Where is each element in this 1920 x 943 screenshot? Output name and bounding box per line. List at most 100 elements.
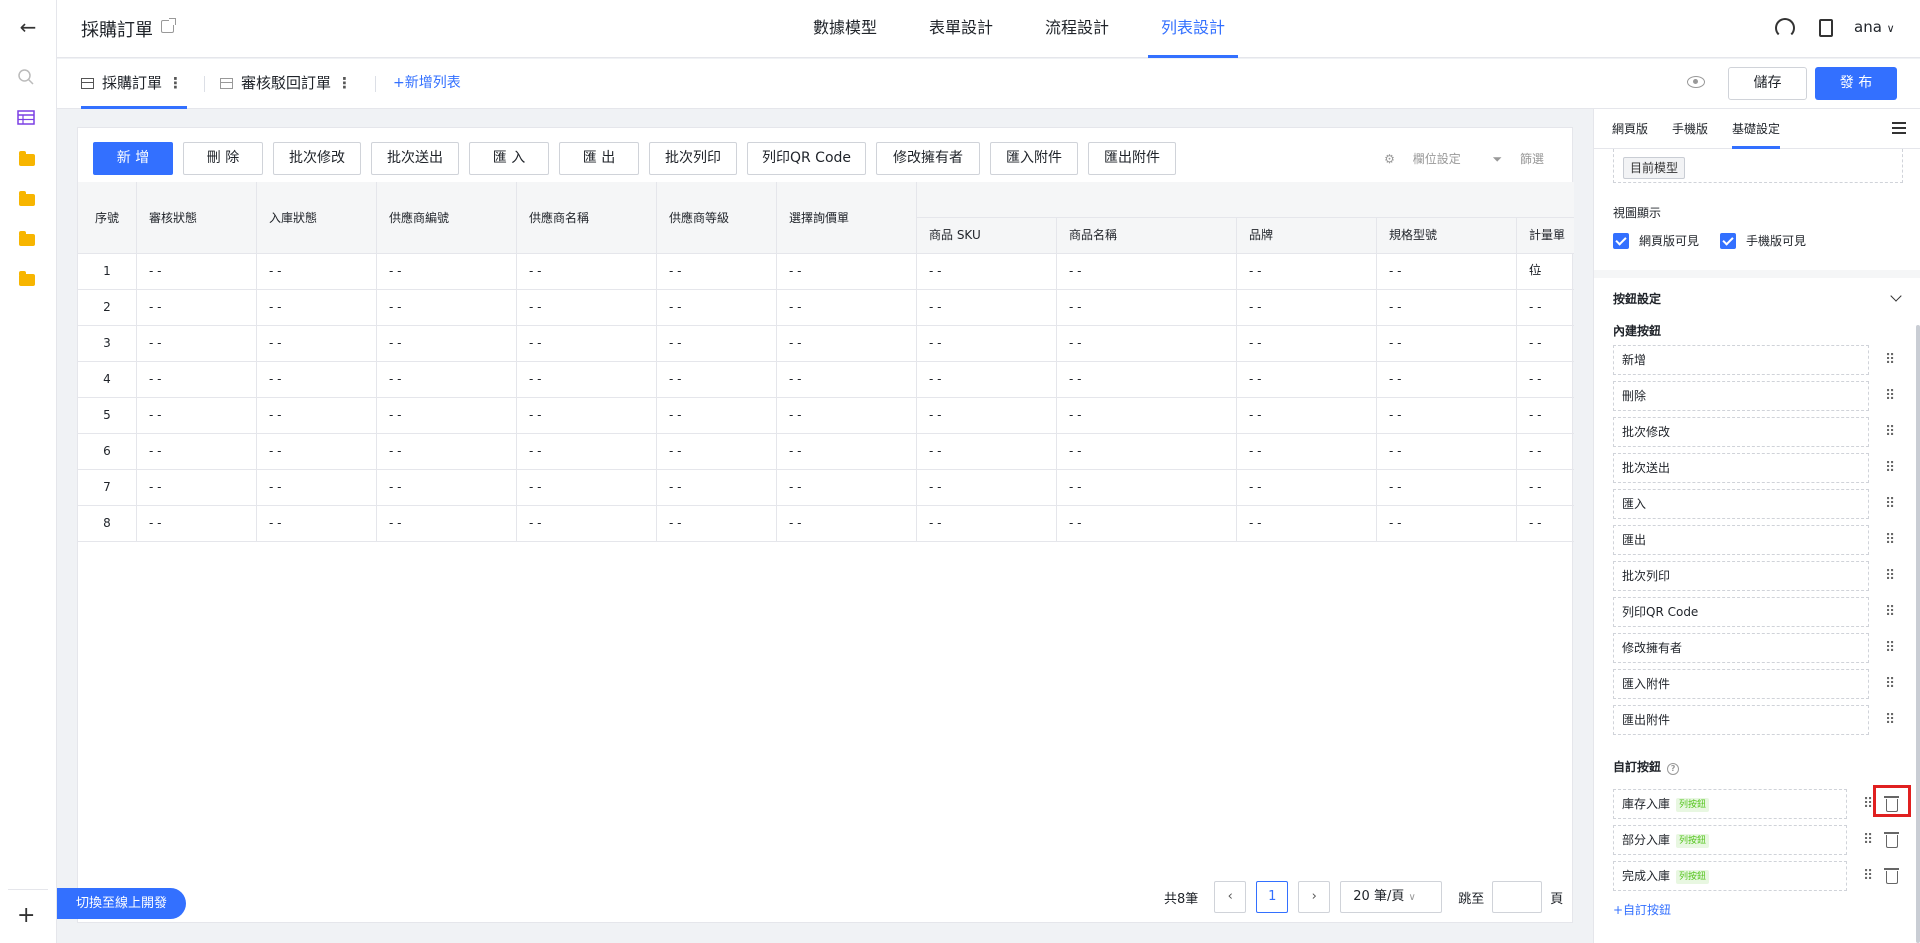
tab-flow-design[interactable]: 流程設計 — [1032, 0, 1122, 58]
batch-print-button[interactable]: 批次列印 — [649, 142, 737, 175]
field-settings-button[interactable]: ⚙ 欄位設定 — [1370, 152, 1461, 166]
batch-submit-button[interactable]: 批次送出 — [371, 142, 459, 175]
import-attachment-button[interactable]: 匯入附件 — [990, 142, 1078, 175]
tab-web[interactable]: 網頁版 — [1612, 109, 1648, 149]
builtin-button-item[interactable]: 批次修改 — [1613, 417, 1869, 447]
chevron-down-icon[interactable] — [1890, 290, 1902, 302]
list-tab-rejected-orders[interactable]: 審核駁回訂單 ⋮ — [220, 59, 352, 109]
custom-button-item[interactable]: 部分入庫 列按鈕 — [1613, 825, 1847, 855]
tab-mobile[interactable]: 手機版 — [1672, 109, 1708, 149]
drag-handle-icon[interactable]: ⠿ — [1885, 389, 1895, 403]
external-link-icon[interactable] — [161, 18, 176, 33]
add-list-button[interactable]: +新增列表 — [393, 59, 461, 107]
current-model-tag[interactable]: 目前模型 — [1623, 157, 1686, 179]
column-header[interactable]: 品牌 — [1237, 218, 1377, 254]
drag-handle-icon[interactable]: ⠿ — [1885, 677, 1895, 691]
list-tab-purchase-order[interactable]: 採購訂單 ⋮ — [81, 59, 188, 109]
add-button[interactable]: 新 增 — [93, 142, 173, 175]
column-header[interactable]: 商品 SKU — [917, 218, 1057, 254]
web-visible-checkbox[interactable]: 網頁版可見 — [1613, 232, 1699, 249]
builtin-button-item[interactable]: 匯出 — [1613, 525, 1869, 555]
publish-button[interactable]: 發 布 — [1815, 67, 1897, 100]
folder-icon[interactable] — [17, 190, 37, 210]
custom-button-item[interactable]: 庫存入庫 列按鈕 — [1613, 789, 1847, 819]
drag-handle-icon[interactable]: ⠿ — [1885, 497, 1895, 511]
column-header[interactable]: 入庫狀態 — [257, 182, 377, 254]
export-attachment-button[interactable]: 匯出附件 — [1088, 142, 1176, 175]
drag-handle-icon[interactable]: ⠿ — [1885, 461, 1895, 475]
print-qr-code-button[interactable]: 列印QR Code — [747, 142, 866, 175]
folder-icon[interactable] — [17, 150, 37, 170]
drag-handle-icon[interactable]: ⠿ — [1885, 569, 1895, 583]
drag-handle-icon[interactable]: ⠿ — [1863, 869, 1873, 883]
user-menu[interactable]: ana ∨ — [1854, 18, 1895, 36]
builtin-button-item[interactable]: 修改擁有者 — [1613, 633, 1869, 663]
batch-edit-button[interactable]: 批次修改 — [273, 142, 361, 175]
search-icon[interactable] — [17, 68, 37, 88]
add-custom-button[interactable]: +自訂按鈕 — [1613, 901, 1671, 918]
switch-online-dev-button[interactable]: 切換至線上開發 — [57, 888, 186, 919]
builtin-button-item[interactable]: 批次送出 — [1613, 453, 1869, 483]
column-header[interactable]: 審核狀態 — [137, 182, 257, 254]
tab-form-design[interactable]: 表單設計 — [916, 0, 1006, 58]
jump-page-input[interactable] — [1492, 881, 1543, 913]
table-list-icon[interactable] — [17, 110, 37, 130]
column-header[interactable]: 商品名稱 — [1057, 218, 1237, 254]
headset-icon[interactable] — [1775, 18, 1795, 38]
drag-handle-icon[interactable]: ⠿ — [1885, 353, 1895, 367]
more-icon[interactable]: ⋮ — [337, 74, 352, 92]
column-header[interactable]: 供應商名稱 — [517, 182, 657, 254]
drag-handle-icon[interactable]: ⠿ — [1863, 833, 1873, 847]
plus-icon[interactable]: + — [17, 905, 35, 927]
custom-button-item[interactable]: 完成入庫 列按鈕 — [1613, 861, 1847, 891]
tab-basic-settings[interactable]: 基礎設定 — [1732, 109, 1781, 149]
column-header[interactable]: 供應商等級 — [657, 182, 777, 254]
folder-icon[interactable] — [17, 270, 37, 290]
page-size-select[interactable]: 20 筆/頁 ∨ — [1340, 881, 1443, 913]
import-button[interactable]: 匯 入 — [469, 142, 549, 175]
drag-handle-icon[interactable]: ⠿ — [1885, 713, 1895, 727]
book-icon[interactable] — [1819, 19, 1833, 37]
drag-handle-icon[interactable]: ⠿ — [1885, 533, 1895, 547]
builtin-button-item[interactable]: 匯入 — [1613, 489, 1869, 519]
eye-icon[interactable] — [1687, 76, 1705, 88]
column-header[interactable]: 選擇詢價單 — [777, 182, 917, 254]
help-icon[interactable]: ? — [1667, 763, 1680, 775]
builtin-button-item[interactable]: 匯出附件 — [1613, 705, 1869, 735]
column-header[interactable]: 規格型號 — [1377, 218, 1517, 254]
mobile-visible-checkbox[interactable]: 手機版可見 — [1720, 232, 1806, 249]
builtin-button-item[interactable]: 新增 — [1613, 345, 1869, 375]
drag-handle-icon[interactable]: ⠿ — [1885, 425, 1895, 439]
trash-icon[interactable] — [1884, 832, 1899, 848]
save-button[interactable]: 儲存 — [1728, 67, 1807, 100]
column-header[interactable]: 供應商編號 — [377, 182, 517, 254]
column-header[interactable]: 序號 — [78, 182, 137, 254]
drag-handle-icon[interactable]: ⠿ — [1885, 641, 1895, 655]
drag-handle-icon[interactable]: ⠿ — [1885, 605, 1895, 619]
button-settings-header[interactable]: 按鈕設定 — [1613, 290, 1661, 307]
table-cell: - - — [777, 290, 917, 326]
next-page-button[interactable]: › — [1298, 881, 1331, 913]
vertical-scrollbar[interactable] — [1916, 325, 1920, 943]
gear-icon: ⚙ — [1384, 152, 1395, 166]
builtin-button-item[interactable]: 刪除 — [1613, 381, 1869, 411]
column-header[interactable]: 計量單位 — [1517, 218, 1574, 277]
delete-button[interactable]: 刪 除 — [183, 142, 263, 175]
builtin-button-item[interactable]: 列印QR Code — [1613, 597, 1869, 627]
tab-list-design[interactable]: 列表設計 — [1148, 0, 1239, 58]
export-button[interactable]: 匯 出 — [559, 142, 639, 175]
trash-icon[interactable] — [1884, 868, 1899, 884]
filter-button[interactable]: ⏷ 篩選 — [1479, 152, 1544, 166]
prev-page-button[interactable]: ‹ — [1214, 881, 1247, 913]
more-icon[interactable]: ⋮ — [168, 74, 183, 92]
change-owner-button[interactable]: 修改擁有者 — [876, 142, 980, 175]
back-arrow-icon[interactable]: ← — [17, 16, 39, 38]
builtin-button-item[interactable]: 匯入附件 — [1613, 669, 1869, 699]
table-cell: - - — [377, 290, 517, 326]
folder-icon[interactable] — [17, 230, 37, 250]
page-number[interactable]: 1 — [1256, 881, 1289, 913]
builtin-button-item[interactable]: 批次列印 — [1613, 561, 1869, 591]
drag-handle-icon[interactable]: ⠿ — [1863, 797, 1873, 811]
outline-list-icon[interactable] — [1892, 122, 1906, 134]
tab-data-model[interactable]: 數據模型 — [800, 0, 890, 58]
